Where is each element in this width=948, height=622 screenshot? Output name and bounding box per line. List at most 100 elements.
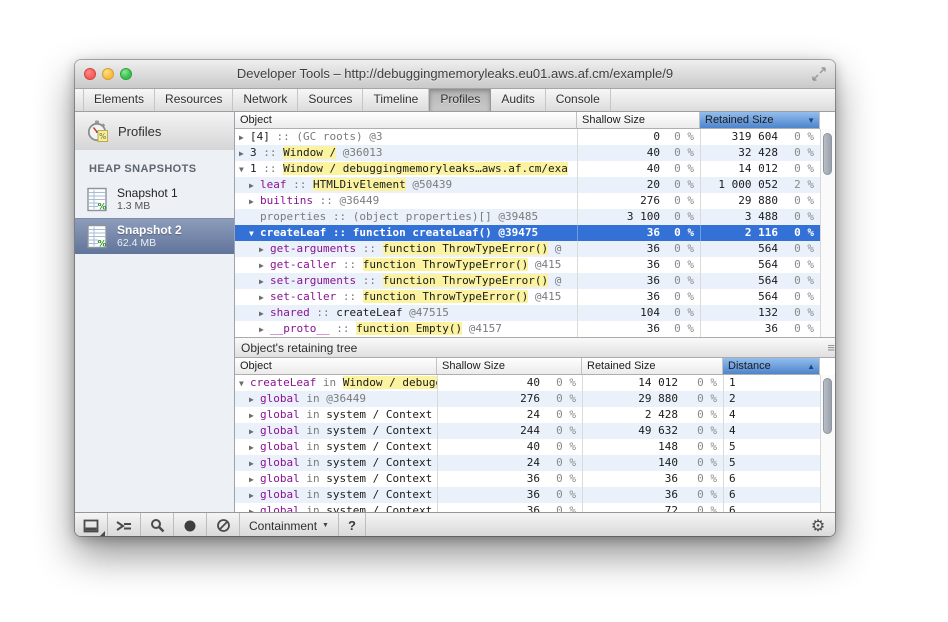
shallow-size-percent: 0 % xyxy=(674,306,694,319)
profiles-label: Profiles xyxy=(118,123,162,139)
column-header-object[interactable]: Object xyxy=(235,358,437,374)
column-header-distance[interactable]: Distance ▲ xyxy=(723,358,820,374)
retained-size-value: 14 012 xyxy=(700,161,783,177)
table-row[interactable]: ▶ global in @36449 276 0 % 29 880 0 % 2 xyxy=(235,391,820,407)
record-icon xyxy=(184,520,196,531)
table-row[interactable]: ▶ set-caller :: function ThrowTypeError()… xyxy=(235,289,820,305)
table-row[interactable]: ▶global in system / Context @47040 0 % 148… xyxy=(235,439,820,455)
expander-icon[interactable]: ▶ xyxy=(249,488,260,503)
minimize-button[interactable] xyxy=(102,68,114,80)
table-row[interactable]: ▶ get-arguments :: function ThrowTypeErro… xyxy=(235,241,820,257)
tab-profiles[interactable]: Profiles xyxy=(429,89,492,111)
record-heap-button[interactable] xyxy=(174,513,207,536)
expander-icon[interactable]: ▶ xyxy=(249,408,260,423)
console-icon xyxy=(116,520,131,531)
table-row[interactable]: ▼ 1 :: Window / debuggingmemoryleaks…aws.… xyxy=(235,161,820,177)
column-header-shallow-size[interactable]: Shallow Size xyxy=(437,358,582,374)
expander-icon[interactable]: ▼ xyxy=(239,162,250,177)
table-row[interactable]: ▶global in system / Context @480360 %360… xyxy=(235,471,820,487)
table-row[interactable]: ▶ builtins :: @36449 276 0 % 29 880 0 % xyxy=(235,193,820,209)
expander-icon[interactable]: ▶ xyxy=(249,424,260,439)
clear-profiles-button[interactable] xyxy=(207,513,240,536)
table-row[interactable]: ▼ createLeaf :: function createLeaf() @39… xyxy=(235,225,820,241)
distance-value: 6 xyxy=(723,487,820,503)
expander-icon[interactable]: ▶ xyxy=(249,392,260,407)
expander-icon[interactable]: ▶ xyxy=(249,194,260,209)
expander-icon[interactable]: ▼ xyxy=(239,376,250,391)
expander-icon[interactable]: ▶ xyxy=(249,504,260,512)
scrollbar-thumb[interactable] xyxy=(823,378,832,434)
object-label-segment: system / Context xyxy=(326,440,433,453)
console-toggle-button[interactable] xyxy=(108,513,141,536)
expander-icon[interactable]: ▶ xyxy=(239,146,250,161)
column-header-object[interactable]: Object xyxy=(235,112,577,128)
devtools-window: Developer Tools – http://debuggingmemory… xyxy=(75,60,835,536)
column-header-shallow-size[interactable]: Shallow Size xyxy=(577,112,700,128)
object-label-segment: function Empty() xyxy=(356,322,463,335)
expander-icon[interactable]: ▶ xyxy=(259,258,270,273)
retained-size-value: 564 xyxy=(700,273,783,289)
tab-elements[interactable]: Elements xyxy=(83,89,156,111)
table-row[interactable]: ▼createLeaf in Window / debugging40 0 % 14… xyxy=(235,375,820,391)
help-button[interactable]: ? xyxy=(339,513,366,536)
expander-icon[interactable]: ▶ xyxy=(259,322,270,337)
tab-sources[interactable]: Sources xyxy=(298,89,364,111)
table-row[interactable]: ▶ set-arguments :: function ThrowTypeErro… xyxy=(235,273,820,289)
object-label-segment: function ThrowTypeError() xyxy=(362,290,529,303)
retained-size-percent: 0 % xyxy=(794,194,814,207)
object-label-segment: 3 xyxy=(250,146,257,159)
retained-size-value: 29 880 xyxy=(700,193,783,209)
table-row[interactable]: ▶ __proto__ :: function Empty() @4157 36 0 … xyxy=(235,321,820,337)
table-row[interactable]: ▶ get-caller :: function ThrowTypeError()… xyxy=(235,257,820,273)
expander-icon[interactable]: ▶ xyxy=(249,472,260,487)
expander-icon[interactable]: ▶ xyxy=(249,178,260,193)
settings-gear-icon[interactable]: ⚙ xyxy=(801,513,835,536)
distance-value: 4 xyxy=(723,423,820,439)
zoom-button[interactable] xyxy=(120,68,132,80)
scrollbar-track[interactable] xyxy=(820,375,835,512)
table-row[interactable]: ▶global in system / Context @395244 0 % 49… xyxy=(235,423,820,439)
object-label-segment: in xyxy=(299,488,327,501)
table-row[interactable]: properties :: (object properties)[] @394… xyxy=(235,209,820,225)
expander-icon[interactable]: ▶ xyxy=(239,130,250,145)
table-row[interactable]: ▶global in system / Context @51524 0 % 2 4… xyxy=(235,407,820,423)
object-label-segment: in xyxy=(299,408,327,421)
sidebar-item-snapshot[interactable]: % Snapshot 1 1.3 MB xyxy=(75,182,234,218)
close-button[interactable] xyxy=(84,68,96,80)
column-header-retained-size[interactable]: Retained Size ▼ xyxy=(700,112,820,128)
dock-side-button[interactable] xyxy=(75,513,108,536)
table-row[interactable]: ▶global in system / Context @4936 0 % 72 0 … xyxy=(235,503,820,512)
retained-size-percent: 0 % xyxy=(794,242,814,255)
expander-icon[interactable]: ▶ xyxy=(249,456,260,471)
expander-icon[interactable]: ▶ xyxy=(249,440,260,455)
scrollbar-track[interactable] xyxy=(820,129,835,337)
snapshot-icon: % xyxy=(87,187,107,213)
table-row[interactable]: ▶ leaf :: HTMLDivElement @50439 20 0 % 1 000… xyxy=(235,177,820,193)
table-row[interactable]: ▶ [4] :: (GC roots) @3 0 0 % 319 604 0 % xyxy=(235,129,820,145)
table-row[interactable]: ▶global in system / Context @51524 0 % 140… xyxy=(235,455,820,471)
shallow-size-value: 36 xyxy=(577,289,665,305)
section-menu-icon[interactable]: ≡ xyxy=(827,340,835,355)
expander-icon[interactable]: ▶ xyxy=(259,306,270,321)
expander-icon[interactable]: ▼ xyxy=(249,226,260,241)
table-row[interactable]: ▶ shared :: createLeaf @47515 104 0 % 132 0 % xyxy=(235,305,820,321)
profiles-stopwatch-icon: % xyxy=(87,120,108,142)
tab-resources[interactable]: Resources xyxy=(155,89,234,111)
tab-timeline[interactable]: Timeline xyxy=(363,89,430,111)
column-header-retained-size[interactable]: Retained Size xyxy=(582,358,723,374)
scrollbar-thumb[interactable] xyxy=(823,133,832,175)
tab-audits[interactable]: Audits xyxy=(491,89,546,111)
table-row[interactable]: ▶global in system / Context @480360 %360… xyxy=(235,487,820,503)
object-label-segment: __proto__ xyxy=(270,322,330,335)
tab-console[interactable]: Console xyxy=(546,89,611,111)
sidebar-item-snapshot[interactable]: % Snapshot 2 62.4 MB xyxy=(75,218,234,254)
inspect-search-button[interactable] xyxy=(141,513,174,536)
tab-network[interactable]: Network xyxy=(233,89,299,111)
expander-icon[interactable]: ▶ xyxy=(259,242,270,257)
table-row[interactable]: ▶ 3 :: Window / @36013 40 0 % 32 428 0 % xyxy=(235,145,820,161)
expander-icon[interactable]: ▶ xyxy=(259,290,270,305)
containment-dropdown[interactable]: Containment ▼ xyxy=(240,513,339,536)
retained-size-percent: 0 % xyxy=(794,322,814,335)
expander-icon[interactable]: ▶ xyxy=(259,274,270,289)
resize-corner-icon[interactable] xyxy=(811,66,827,82)
